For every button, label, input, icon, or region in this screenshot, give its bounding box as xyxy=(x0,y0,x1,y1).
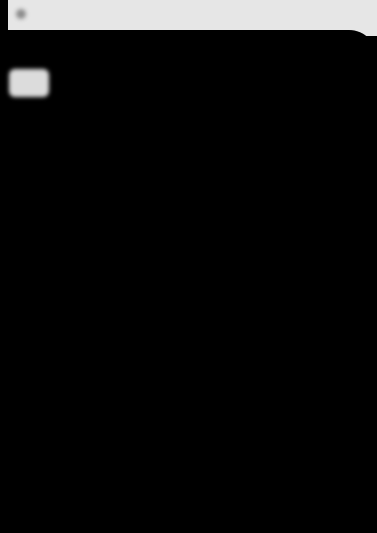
highlight-button[interactable] xyxy=(9,69,49,97)
app-icon xyxy=(16,9,26,19)
header-bar xyxy=(16,3,208,25)
menu-item-1[interactable] xyxy=(18,106,78,122)
menu-item-2[interactable] xyxy=(18,131,104,147)
